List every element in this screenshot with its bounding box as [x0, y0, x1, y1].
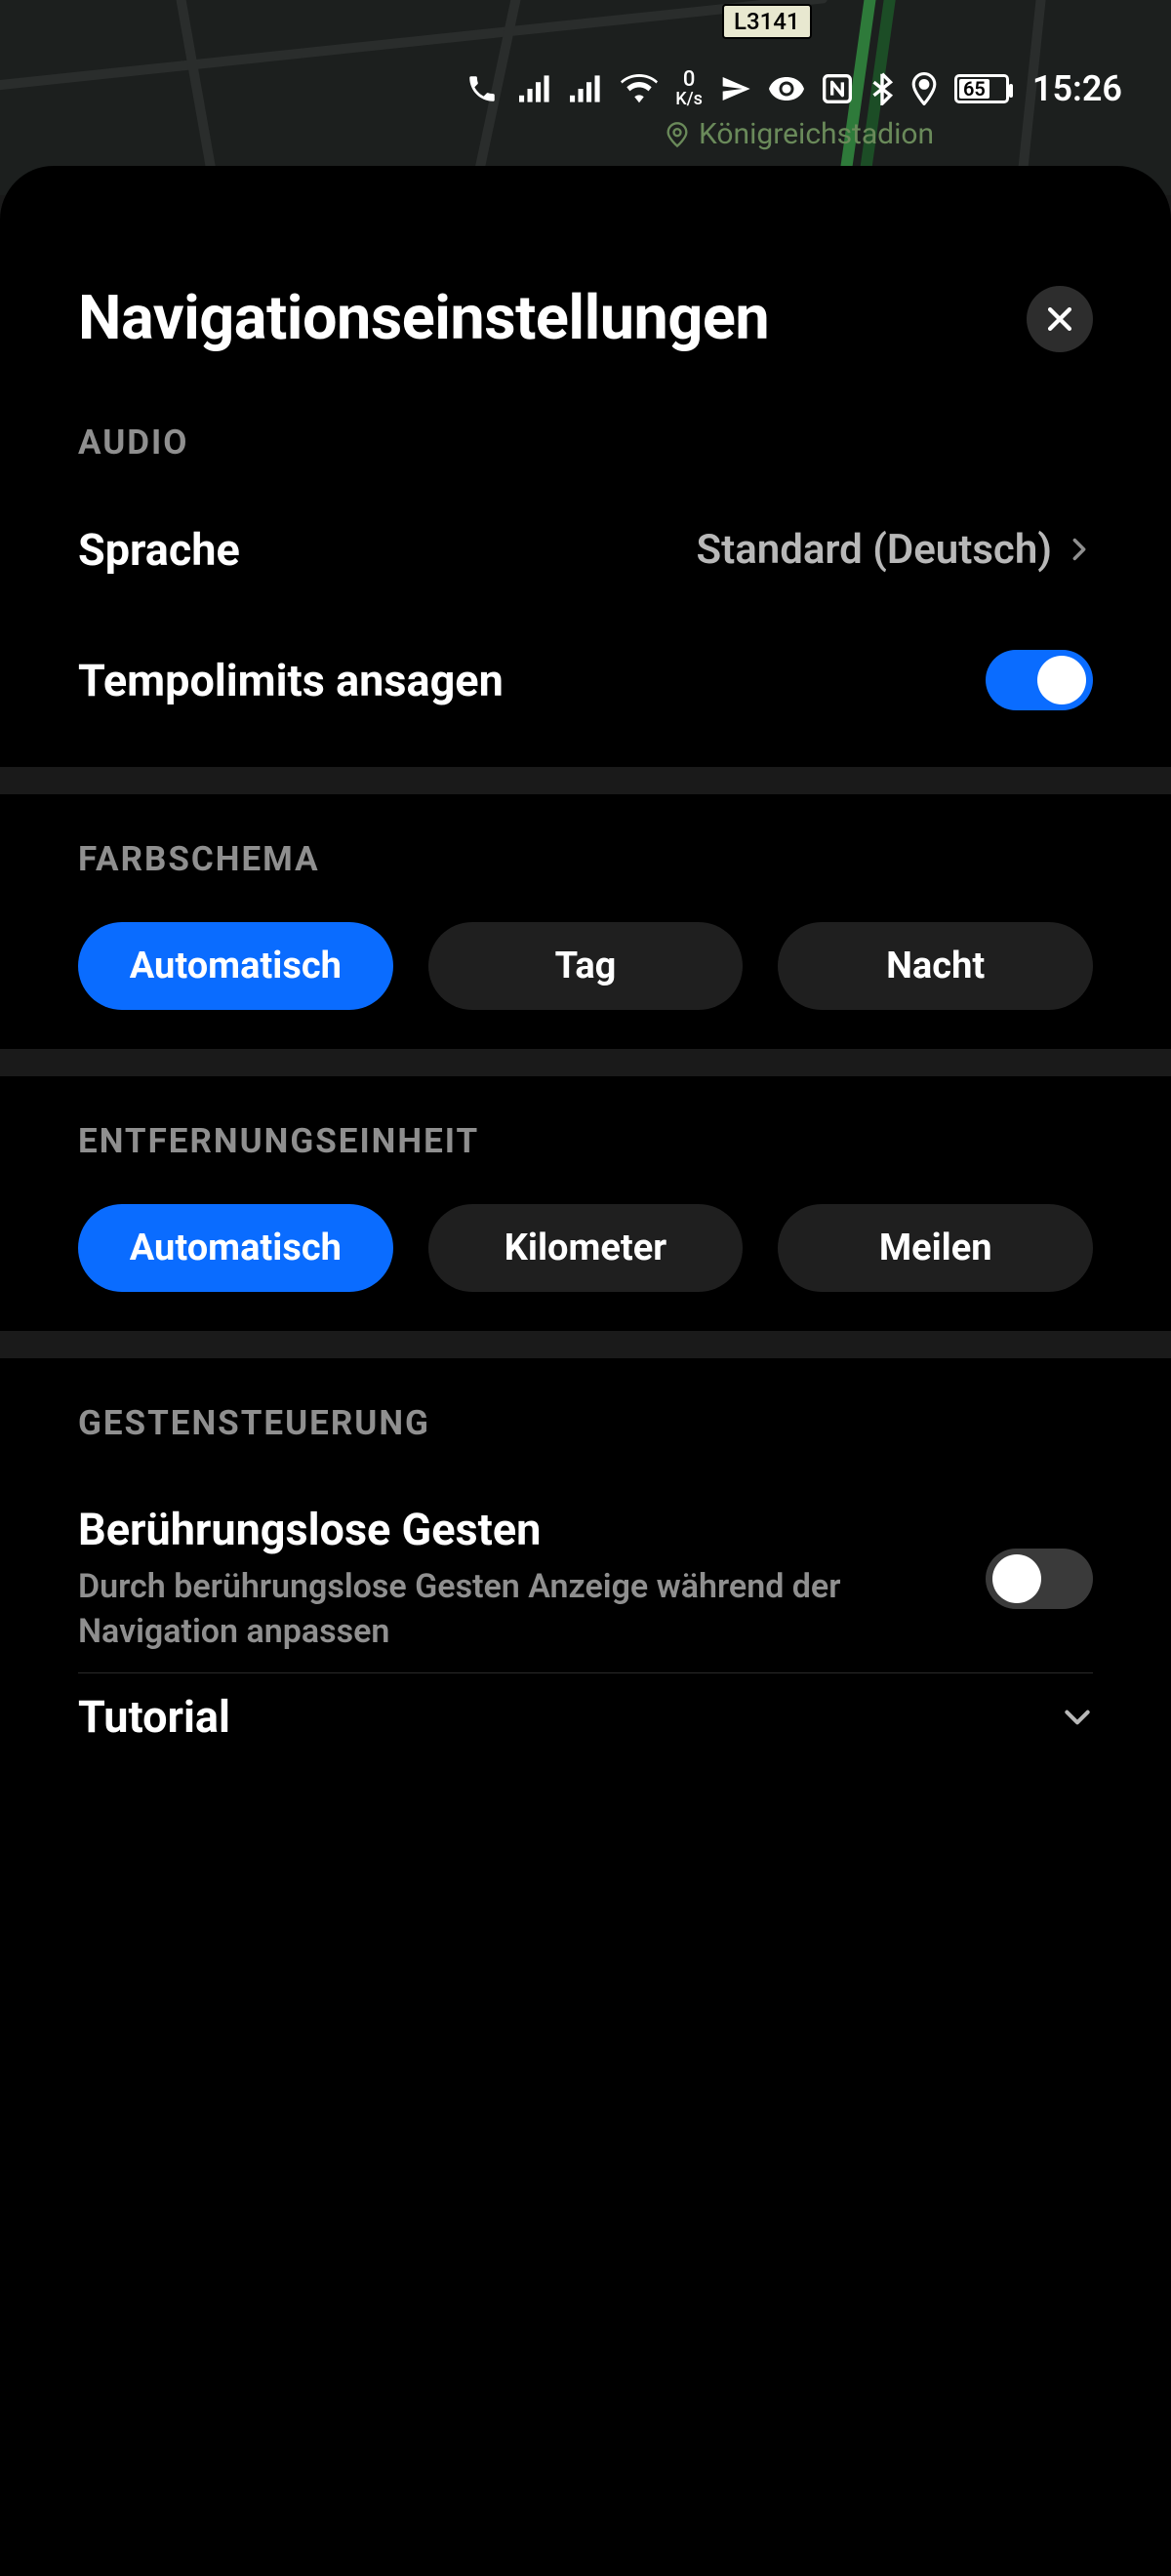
- touchless-gestures-toggle[interactable]: [986, 1549, 1093, 1609]
- location-icon: [911, 72, 937, 105]
- distance-unit-option-miles[interactable]: Meilen: [778, 1204, 1093, 1292]
- eye-icon: [769, 76, 804, 101]
- chevron-down-icon: [1062, 1702, 1093, 1733]
- clock: 15:26: [1032, 68, 1122, 109]
- tutorial-row[interactable]: Tutorial: [78, 1673, 1093, 1761]
- speed-limits-label: Tempolimits ansagen: [78, 655, 504, 706]
- battery-indicator: 65: [954, 74, 1009, 103]
- speed-limits-row[interactable]: Tempolimits ansagen: [78, 632, 1093, 728]
- cellular-signal-1-icon: [519, 74, 552, 103]
- touchless-gestures-desc: Durch berührungslose Gesten Anzeige währ…: [78, 1565, 878, 1655]
- color-scheme-option-day[interactable]: Tag: [428, 922, 744, 1010]
- touchless-gestures-row[interactable]: Berührungslose Gesten Durch berührungslo…: [78, 1486, 1093, 1672]
- speed-limits-toggle[interactable]: [986, 650, 1093, 710]
- tutorial-label: Tutorial: [78, 1691, 230, 1743]
- settings-sheet: Navigationseinstellungen AUDIO Sprache S…: [0, 166, 1171, 2576]
- touchless-gestures-label: Berührungslose Gesten: [78, 1504, 878, 1555]
- color-scheme-option-night[interactable]: Nacht: [778, 922, 1093, 1010]
- sheet-title: Navigationseinstellungen: [78, 283, 769, 354]
- distance-unit-segmented: Automatisch Kilometer Meilen: [78, 1204, 1093, 1292]
- section-label-color-scheme: FARBSCHEMA: [78, 839, 1093, 879]
- color-scheme-segmented: Automatisch Tag Nacht: [78, 922, 1093, 1010]
- language-value: Standard (Deutsch): [696, 526, 1052, 574]
- cellular-signal-2-icon: [570, 74, 603, 103]
- chevron-right-icon: [1066, 536, 1093, 563]
- map-poi-label: Königreichstadion: [664, 117, 934, 151]
- color-scheme-option-auto[interactable]: Automatisch: [78, 922, 393, 1010]
- section-label-audio: AUDIO: [78, 423, 1093, 463]
- section-label-gestures: GESTENSTEUERUNG: [78, 1403, 1093, 1443]
- wifi-calling-icon: [463, 72, 502, 105]
- location-send-icon: [720, 73, 751, 104]
- close-icon: [1043, 302, 1076, 336]
- language-label: Sprache: [78, 524, 240, 576]
- language-row[interactable]: Sprache Standard (Deutsch): [78, 505, 1093, 593]
- wifi-icon: [621, 74, 658, 103]
- network-speed-indicator: 0 K/s: [675, 69, 703, 108]
- section-label-distance-unit: ENTFERNUNGSEINHEIT: [78, 1121, 1093, 1161]
- bluetooth-icon: [870, 72, 894, 105]
- nfc-icon: [822, 73, 853, 104]
- status-bar: 0 K/s 65 15:26: [0, 64, 1171, 113]
- close-button[interactable]: [1027, 286, 1093, 352]
- distance-unit-option-auto[interactable]: Automatisch: [78, 1204, 393, 1292]
- distance-unit-option-km[interactable]: Kilometer: [428, 1204, 744, 1292]
- route-sign: L3141: [722, 4, 812, 39]
